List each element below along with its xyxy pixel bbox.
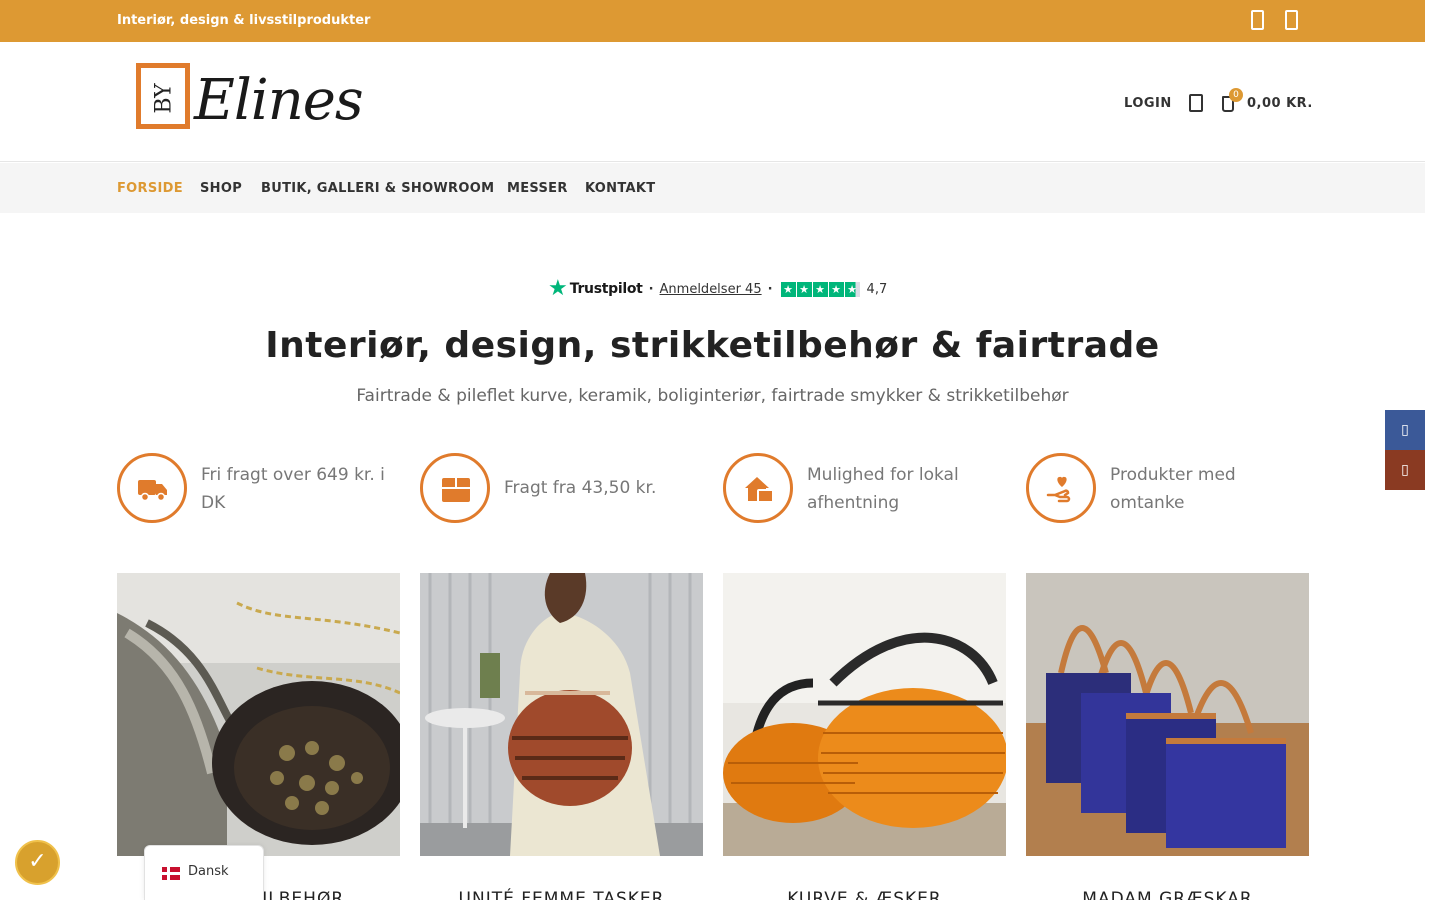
feature-local-pickup: Mulighed for lokal afhentning xyxy=(723,453,1013,523)
category-label[interactable]: KURVE & ÆSKER xyxy=(723,889,1006,900)
nav-item-forside[interactable]: FORSIDE xyxy=(117,181,183,196)
logo-wordmark: Elines xyxy=(194,68,364,133)
hand-heart-icon xyxy=(1046,476,1071,503)
knitting-accessories-photo xyxy=(117,573,400,856)
feature-text: Fri fragt over 649 kr. i DK xyxy=(201,465,385,513)
site-header: BY Elines LOGIN 0 0,00 KR. xyxy=(0,42,1425,162)
site-logo[interactable]: BY Elines xyxy=(136,63,366,133)
page-subtitle: Fairtrade & pileflet kurve, keramik, bol… xyxy=(356,386,1069,406)
feature-shipping-price: Fragt fra 43,50 kr. xyxy=(420,453,710,523)
main-navigation: FORSIDE SHOP BUTIK, GALLERI & SHOWROOM M… xyxy=(0,163,1425,213)
instagram-icon[interactable] xyxy=(1281,10,1301,32)
nav-item-messer[interactable]: MESSER xyxy=(507,181,568,196)
cart-count-badge: 0 xyxy=(1229,88,1243,102)
top-bar: Interiør, design & livsstilprodukter xyxy=(0,0,1425,42)
trustpilot-widget[interactable]: ★ Trustpilot · Anmeldelser 45 · ★ ★ ★ ★ ★ 4,… xyxy=(548,277,887,301)
baskets-photo xyxy=(723,573,1006,856)
facebook-share-icon[interactable]: ▯ xyxy=(1385,410,1425,450)
logo-by: BY xyxy=(151,83,177,114)
category-tile-kurve[interactable] xyxy=(723,573,1006,856)
category-tile-strikketilbehor[interactable] xyxy=(117,573,400,856)
house-pickup-icon xyxy=(745,477,774,503)
cookie-consent-icon[interactable]: ✓ xyxy=(15,840,60,885)
nav-item-kontakt[interactable]: KONTAKT xyxy=(585,181,655,196)
language-label: Dansk xyxy=(188,864,229,879)
category-tile-madam-graeskar[interactable] xyxy=(1026,573,1309,856)
trustpilot-rating: 4,7 xyxy=(866,281,888,297)
grass-bags-photo xyxy=(1026,573,1309,856)
category-tile-unite-femme[interactable] xyxy=(420,573,703,856)
page-title: Interiør, design, strikketilbehør & fair… xyxy=(265,325,1160,366)
box-icon xyxy=(442,478,470,502)
woven-bag-photo xyxy=(420,573,703,856)
trustpilot-reviews-link[interactable]: Anmeldelser 45 xyxy=(660,282,762,297)
login-link[interactable]: LOGIN xyxy=(1124,96,1172,111)
category-label[interactable]: MADAM GRÆSKAR xyxy=(1026,889,1309,900)
trustpilot-star-icon: ★ xyxy=(548,276,568,301)
feature-text: Produkter med omtanke xyxy=(1110,465,1236,513)
instagram-share-icon[interactable]: ▯ xyxy=(1385,450,1425,490)
trustpilot-rating-stars: ★ ★ ★ ★ ★ xyxy=(780,281,861,297)
search-icon[interactable] xyxy=(1189,94,1203,112)
category-label[interactable]: UNITÉ FEMME TASKER xyxy=(420,889,703,900)
facebook-icon[interactable] xyxy=(1247,10,1267,32)
trustpilot-brand: Trustpilot xyxy=(569,281,643,297)
nav-item-butik[interactable]: BUTIK, GALLERI & SHOWROOM xyxy=(261,181,494,196)
truck-icon xyxy=(138,480,167,502)
feature-thoughtful-products: Produkter med omtanke xyxy=(1026,453,1316,523)
logo-frame: BY xyxy=(136,63,190,129)
danish-flag-icon xyxy=(162,867,180,880)
tagline: Interiør, design & livsstilprodukter xyxy=(117,13,371,28)
feature-free-shipping: Fri fragt over 649 kr. i DK xyxy=(117,453,407,523)
feature-text: Mulighed for lokal afhentning xyxy=(807,465,959,513)
nav-item-shop[interactable]: SHOP xyxy=(200,181,242,196)
language-switcher[interactable]: Dansk xyxy=(144,845,264,900)
cart-total[interactable]: 0,00 KR. xyxy=(1247,96,1313,111)
feature-text: Fragt fra 43,50 kr. xyxy=(504,478,657,498)
